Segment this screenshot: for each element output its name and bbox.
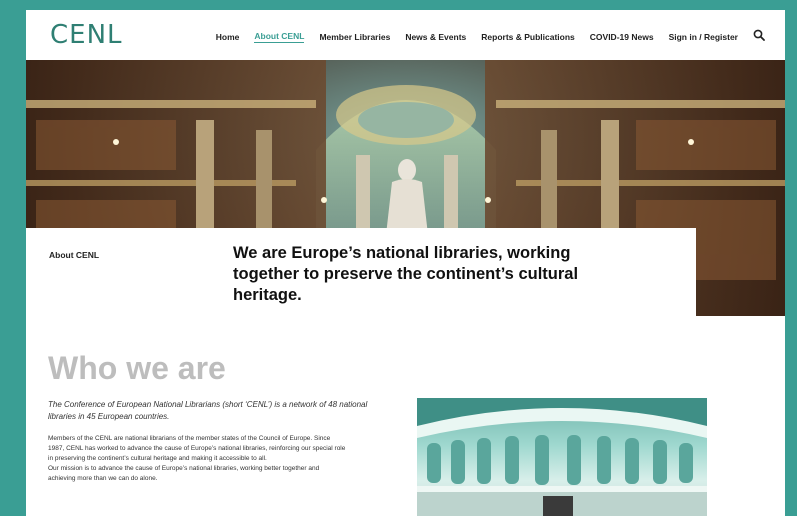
page-frame: CENL Home About CENL Member Libraries Ne… <box>26 10 785 516</box>
site-header: CENL Home About CENL Member Libraries Ne… <box>26 10 785 60</box>
nav-news-events[interactable]: News & Events <box>405 32 466 42</box>
nav-sign-in-register[interactable]: Sign in / Register <box>669 32 738 42</box>
nav-member-libraries[interactable]: Member Libraries <box>319 32 390 42</box>
library-rotunda-image <box>417 398 707 516</box>
cenl-logo[interactable]: CENL <box>50 20 123 50</box>
who-body-paragraph-2: Our mission is to advance the cause of E… <box>48 465 320 482</box>
who-body-paragraph-1: Members of the CENL are national librari… <box>48 435 346 462</box>
who-we-are-lead: The Conference of European National Libr… <box>48 400 368 421</box>
intro-heading: We are Europe’s national libraries, work… <box>233 244 579 304</box>
search-icon[interactable] <box>753 28 765 46</box>
who-we-are-body: Members of the CENL are national librari… <box>48 434 348 484</box>
section-label: About CENL <box>49 250 100 260</box>
main-nav: Home About CENL Member Libraries News & … <box>216 28 765 46</box>
nav-covid-news[interactable]: COVID-19 News <box>590 32 654 42</box>
nav-reports-publications[interactable]: Reports & Publications <box>481 32 575 42</box>
nav-home[interactable]: Home <box>216 32 240 42</box>
nav-about-cenl[interactable]: About CENL <box>254 31 305 43</box>
who-we-are-title: Who we are <box>48 350 226 386</box>
